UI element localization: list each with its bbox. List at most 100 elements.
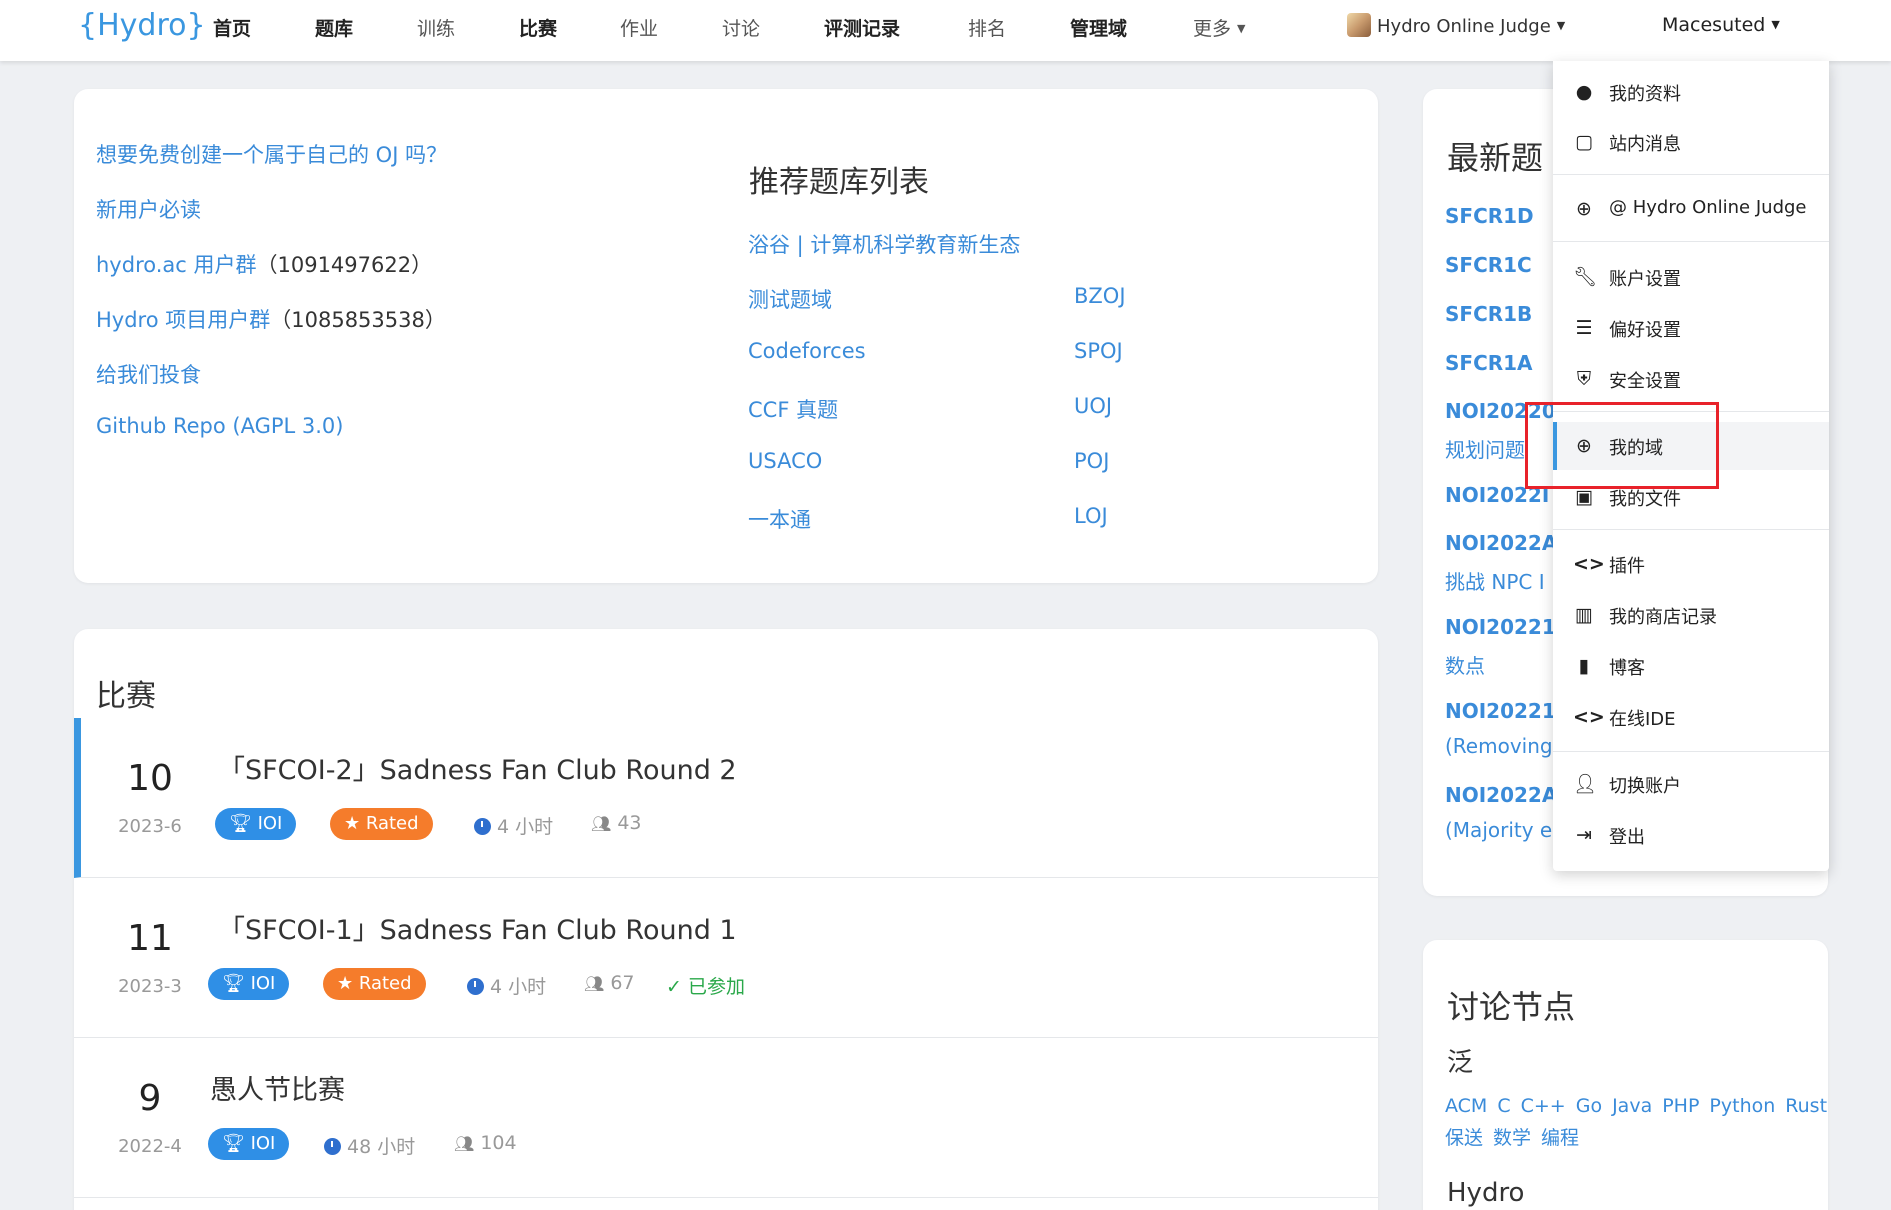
problem-subtitle[interactable]: (Removing (1445, 734, 1553, 758)
problem-subtitle[interactable]: 规划问题 (1445, 434, 1525, 463)
menu-switch-account[interactable]: 👤︎ 切换账户 (1553, 760, 1829, 808)
problem-link[interactable]: NOI20221 (1445, 699, 1556, 723)
duration-text: 4 小时 (490, 976, 547, 998)
node-tag[interactable]: Python (1709, 1095, 1775, 1117)
menu-shop-records[interactable]: ▥ 我的商店记录 (1553, 591, 1829, 639)
rule-label: IOI (250, 1133, 276, 1154)
discussion-nodes-title: 讨论节点 (1447, 988, 1576, 1026)
nav-home[interactable]: 首页 (213, 14, 251, 41)
menu-current-domain[interactable]: ⊕ @ Hydro Online Judge (1553, 185, 1829, 233)
nav-homework[interactable]: 作业 (620, 14, 658, 41)
rule-badge: 🏆︎ IOI (215, 808, 297, 840)
menu-preferences[interactable]: ☰ 偏好设置 (1553, 304, 1829, 352)
problem-link[interactable]: NOI20220 (1445, 399, 1556, 423)
rec-link[interactable]: CCF 真题 (748, 394, 838, 424)
nav-ranking[interactable]: 排名 (968, 14, 1006, 41)
user-menu[interactable]: Macesuted ▼ (1662, 14, 1780, 36)
menu-label: 博客 (1609, 658, 1645, 679)
nav-manage-domain[interactable]: 管理域 (1070, 14, 1127, 41)
rec-link[interactable]: UOJ (1074, 394, 1112, 418)
contest-row[interactable]: 10 2023-6 「SFCOI-2」Sadness Fan Club Roun… (74, 718, 1378, 878)
duration-text: 48 小时 (347, 1136, 416, 1158)
problem-link[interactable]: NOI2022I (1445, 483, 1549, 507)
node-tag[interactable]: 编程 (1541, 1127, 1579, 1149)
problem-subtitle[interactable]: (Majority e (1445, 818, 1552, 842)
contest-participants: 👥︎ 104 (454, 1132, 517, 1154)
menu-my-domains[interactable]: ⊕ 我的域 (1553, 422, 1829, 470)
node-tag[interactable]: 数学 (1493, 1127, 1531, 1149)
node-tag[interactable]: Java (1612, 1095, 1652, 1117)
problem-link[interactable]: NOI2022A (1445, 783, 1557, 807)
link-donate[interactable]: 给我们投食 (96, 359, 201, 389)
rec-link[interactable]: 测试题域 (748, 284, 832, 314)
contest-title[interactable]: 愚人节比赛 (210, 1068, 345, 1107)
menu-plugins[interactable]: <> 插件 (1553, 540, 1829, 588)
joined-text: 已参加 (687, 976, 745, 998)
contest-row[interactable]: 11 2023-3 「SFCOI-1」Sadness Fan Club Roun… (74, 878, 1378, 1038)
link-create-oj[interactable]: 想要免费创建一个属于自己的 OJ 吗？ (96, 139, 447, 169)
problem-link[interactable]: SFCR1D (1445, 204, 1534, 228)
node-tag[interactable]: C++ (1521, 1095, 1566, 1117)
nav-problems[interactable]: 题库 (315, 14, 353, 41)
rated-label: Rated (358, 973, 412, 994)
rec-link[interactable]: LOJ (1074, 504, 1108, 528)
rec-link[interactable]: POJ (1074, 449, 1109, 473)
rated-badge: ★ Rated (330, 808, 433, 840)
node-tag[interactable]: 保送 (1445, 1127, 1483, 1149)
nav-contests[interactable]: 比赛 (519, 14, 557, 41)
link-hydro-ac-group[interactable]: hydro.ac 用户群（1091497622） (96, 249, 432, 279)
hydro-logo[interactable]: {Hydro} (78, 8, 206, 43)
menu-my-files[interactable]: ▣ 我的文件 (1553, 473, 1829, 521)
rec-link[interactable]: USACO (748, 449, 822, 473)
discussion-nodes-card: 讨论节点 泛 ACM C C++ Go Java PHP Python Rust保送 数学 编程 … (1423, 940, 1828, 1210)
latest-problems-title: 最新题 (1447, 139, 1544, 177)
menu-label: 切换账户 (1609, 776, 1681, 797)
node-tag[interactable]: PHP (1662, 1095, 1699, 1117)
contest-row[interactable]: 9 2022-4 愚人节比赛 🏆︎ IOI 48 小时 👥︎ 104 (74, 1038, 1378, 1198)
link-text: Github Repo (AGPL 3.0) (96, 414, 344, 438)
link-github-repo[interactable]: Github Repo (AGPL 3.0) (96, 414, 343, 438)
top-navbar: {Hydro} 首页 题库 训练 比赛 作业 讨论 评测记录 排名 管理域 更多… (0, 0, 1891, 61)
rec-link[interactable]: SPOJ (1074, 339, 1123, 363)
nav-records[interactable]: 评测记录 (824, 14, 900, 41)
menu-my-profile[interactable]: ● 我的资料 (1553, 68, 1829, 116)
link-text: Hydro 项目用户群 (96, 308, 271, 332)
group-number: （1091497622） (256, 253, 433, 277)
link-newbie-guide[interactable]: 新用户必读 (96, 194, 201, 224)
menu-divider (1553, 529, 1829, 530)
contest-day: 9 (138, 1078, 162, 1119)
problem-subtitle[interactable]: 挑战 NPC I (1445, 566, 1545, 595)
rec-link[interactable]: 一本通 (748, 504, 811, 534)
menu-security-settings[interactable]: ⛨ 安全设置 (1553, 355, 1829, 403)
trophy-icon: 🏆︎ (222, 1133, 251, 1154)
menu-account-settings[interactable]: 🔧︎ 账户设置 (1553, 253, 1829, 301)
contest-title[interactable]: 「SFCOI-1」Sadness Fan Club Round 1 (218, 908, 737, 947)
nav-discussion[interactable]: 讨论 (722, 14, 760, 41)
rec-link[interactable]: Codeforces (748, 339, 866, 363)
rec-link[interactable]: BZOJ (1074, 284, 1126, 308)
problem-link[interactable]: SFCR1A (1445, 351, 1533, 375)
domain-name: Hydro Online Judge (1377, 16, 1551, 37)
problem-link[interactable]: SFCR1C (1445, 253, 1532, 277)
rec-link-luogu[interactable]: 浴谷 | 计算机科学教育新生态 (748, 229, 1020, 259)
menu-online-ide[interactable]: <> 在线IDE (1553, 693, 1829, 741)
menu-label: @ Hydro Online Judge (1609, 197, 1807, 218)
problem-subtitle[interactable]: 数点 (1445, 650, 1485, 679)
sliders-icon: ☰ (1575, 317, 1593, 339)
domain-switcher[interactable]: Hydro Online Judge ▼ (1347, 13, 1565, 37)
contest-title[interactable]: 「SFCOI-2」Sadness Fan Club Round 2 (218, 748, 737, 787)
node-tag[interactable]: C (1497, 1095, 1510, 1117)
link-hydro-project-group[interactable]: Hydro 项目用户群（1085853538） (96, 304, 446, 334)
rule-badge: 🏆︎ IOI (208, 968, 290, 1000)
menu-messages[interactable]: ▢ 站内消息 (1553, 118, 1829, 166)
problem-link[interactable]: NOI2022A (1445, 531, 1557, 555)
menu-logout[interactable]: ⇥ 登出 (1553, 811, 1829, 859)
menu-blog[interactable]: ▮ 博客 (1553, 642, 1829, 690)
node-tag[interactable]: Rust (1785, 1095, 1827, 1117)
problem-link[interactable]: SFCR1B (1445, 302, 1532, 326)
nav-training[interactable]: 训练 (417, 14, 455, 41)
nav-more[interactable]: 更多 ▼ (1193, 14, 1245, 41)
node-tag[interactable]: Go (1576, 1095, 1602, 1117)
node-tag[interactable]: ACM (1445, 1095, 1487, 1117)
problem-link[interactable]: NOI20221 (1445, 615, 1556, 639)
